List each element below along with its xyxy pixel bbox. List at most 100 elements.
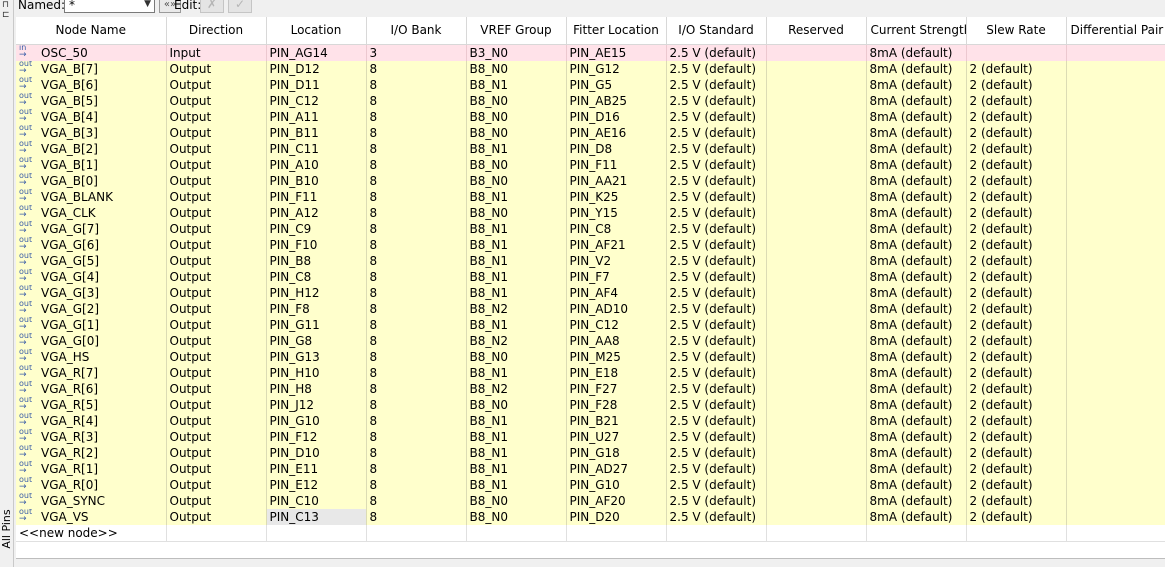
table-row[interactable]: out → VGA_B[7] Output PIN_D12 8 B8_N0 PIN_G12 2.…	[16, 60, 1165, 77]
slew-rate-cell[interactable]: 2 (default)	[966, 220, 1067, 237]
vref-group-cell[interactable]: B8_N2	[466, 380, 567, 397]
io-bank-cell[interactable]: 8	[366, 76, 467, 93]
table-row[interactable]: out → VGA_G[6] Output PIN_F10 8 B8_N1 PIN_AF21 2…	[16, 236, 1165, 253]
io-bank-cell[interactable]: 8	[366, 124, 467, 141]
fitter-location-cell[interactable]: PIN_G10	[566, 476, 667, 493]
direction-cell[interactable]: Output	[166, 140, 267, 157]
current-strength-cell[interactable]: 8mA (default)	[866, 236, 967, 253]
table-row[interactable]: out → VGA_G[4] Output PIN_C8 8 B8_N1 PIN_F7 2.5 …	[16, 268, 1165, 285]
fitter-location-cell[interactable]: PIN_K25	[566, 188, 667, 205]
reserved-cell[interactable]	[766, 92, 867, 109]
location-cell[interactable]: PIN_F12	[266, 428, 367, 445]
fitter-location-cell[interactable]: PIN_M25	[566, 348, 667, 365]
io-standard-cell[interactable]: 2.5 V (default)	[666, 44, 767, 61]
slew-rate-cell[interactable]: 2 (default)	[966, 284, 1067, 301]
table-row[interactable]: out → VGA_B[4] Output PIN_A11 8 B8_N0 PIN_D16 2.…	[16, 108, 1165, 125]
fitter-location-cell[interactable]: PIN_G5	[566, 76, 667, 93]
direction-cell[interactable]: Output	[166, 300, 267, 317]
current-strength-cell[interactable]: 8mA (default)	[866, 492, 967, 509]
fitter-location-cell[interactable]: PIN_AB25	[566, 92, 667, 109]
node-name-cell[interactable]: out → VGA_R[5]	[16, 396, 167, 413]
reserved-cell[interactable]	[766, 188, 867, 205]
table-row[interactable]: out → VGA_BLANK Output PIN_F11 8 B8_N1 PIN_K25 2…	[16, 188, 1165, 205]
table-row[interactable]: out → VGA_R[2] Output PIN_D10 8 B8_N1 PIN_G18 2.…	[16, 444, 1165, 461]
direction-cell[interactable]: Output	[166, 76, 267, 93]
location-cell[interactable]: PIN_C8	[266, 268, 367, 285]
differential-pair-cell[interactable]	[1066, 508, 1165, 525]
reserved-cell[interactable]	[766, 508, 867, 525]
fitter-location-cell[interactable]: PIN_D16	[566, 108, 667, 125]
differential-pair-cell[interactable]	[1066, 476, 1165, 493]
direction-cell[interactable]: Output	[166, 396, 267, 413]
vref-group-cell[interactable]: B8_N0	[466, 60, 567, 77]
io-bank-cell[interactable]: 8	[366, 236, 467, 253]
slew-rate-cell[interactable]: 2 (default)	[966, 412, 1067, 429]
current-strength-cell[interactable]: 8mA (default)	[866, 332, 967, 349]
differential-pair-cell[interactable]	[1066, 460, 1165, 477]
reserved-cell[interactable]	[766, 108, 867, 125]
table-row[interactable]: out → VGA_G[7] Output PIN_C9 8 B8_N1 PIN_C8 2.5 …	[16, 220, 1165, 237]
node-name-cell[interactable]: out → VGA_G[7]	[16, 220, 167, 237]
current-strength-cell[interactable]: 8mA (default)	[866, 124, 967, 141]
reserved-cell[interactable]	[766, 76, 867, 93]
column-header[interactable]: Fitter Location	[566, 17, 667, 45]
current-strength-cell[interactable]: 8mA (default)	[866, 108, 967, 125]
io-standard-cell[interactable]: 2.5 V (default)	[666, 332, 767, 349]
slew-rate-cell[interactable]: 2 (default)	[966, 364, 1067, 381]
differential-pair-cell[interactable]	[1066, 492, 1165, 509]
reserved-cell[interactable]	[766, 364, 867, 381]
node-name-cell[interactable]: out → VGA_G[4]	[16, 268, 167, 285]
vref-group-cell[interactable]: B8_N1	[466, 236, 567, 253]
current-strength-cell[interactable]: 8mA (default)	[866, 44, 967, 61]
slew-rate-cell[interactable]: 2 (default)	[966, 140, 1067, 157]
current-strength-cell[interactable]: 8mA (default)	[866, 460, 967, 477]
io-standard-cell[interactable]: 2.5 V (default)	[666, 508, 767, 525]
differential-pair-cell[interactable]	[1066, 44, 1165, 61]
table-row[interactable]: out → VGA_R[7] Output PIN_H10 8 B8_N1 PIN_E18 2.…	[16, 364, 1165, 381]
slew-rate-cell[interactable]: 2 (default)	[966, 508, 1067, 525]
table-row[interactable]: out → VGA_B[1] Output PIN_A10 8 B8_N0 PIN_F11 2.…	[16, 156, 1165, 173]
current-strength-cell[interactable]: 8mA (default)	[866, 172, 967, 189]
io-bank-cell[interactable]: 8	[366, 60, 467, 77]
location-cell[interactable]: PIN_C9	[266, 220, 367, 237]
reserved-cell[interactable]	[766, 444, 867, 461]
current-strength-cell[interactable]: 8mA (default)	[866, 380, 967, 397]
direction-cell[interactable]: Output	[166, 492, 267, 509]
differential-pair-cell[interactable]	[1066, 236, 1165, 253]
location-cell[interactable]: PIN_B10	[266, 172, 367, 189]
direction-cell[interactable]: Input	[166, 44, 267, 61]
io-standard-cell[interactable]: 2.5 V (default)	[666, 380, 767, 397]
direction-cell[interactable]: Output	[166, 332, 267, 349]
fitter-location-cell[interactable]: PIN_AF4	[566, 284, 667, 301]
slew-rate-cell[interactable]: 2 (default)	[966, 156, 1067, 173]
current-strength-cell[interactable]: 8mA (default)	[866, 444, 967, 461]
location-cell[interactable]: PIN_A10	[266, 156, 367, 173]
dock-float-icon[interactable]: ⊏	[2, 10, 10, 20]
new-node-row[interactable]: <<new node>>	[16, 524, 1165, 542]
slew-rate-cell[interactable]: 2 (default)	[966, 348, 1067, 365]
node-name-cell[interactable]: out → VGA_B[0]	[16, 172, 167, 189]
io-standard-cell[interactable]: 2.5 V (default)	[666, 252, 767, 269]
table-row[interactable]: out → VGA_R[0] Output PIN_E12 8 B8_N1 PIN_G10 2.…	[16, 476, 1165, 493]
io-standard-cell[interactable]: 2.5 V (default)	[666, 108, 767, 125]
fitter-location-cell[interactable]: PIN_G12	[566, 60, 667, 77]
io-standard-cell[interactable]: 2.5 V (default)	[666, 492, 767, 509]
location-cell[interactable]: PIN_F8	[266, 300, 367, 317]
node-name-cell[interactable]: out → VGA_G[5]	[16, 252, 167, 269]
fitter-location-cell[interactable]: PIN_C8	[566, 220, 667, 237]
column-header[interactable]: Node Name	[16, 17, 167, 45]
slew-rate-cell[interactable]: 2 (default)	[966, 444, 1067, 461]
io-bank-cell[interactable]: 8	[366, 284, 467, 301]
new-node-cell[interactable]: <<new node>>	[16, 524, 167, 542]
table-row[interactable]: out → VGA_SYNC Output PIN_C10 8 B8_N0 PIN_AF20 2…	[16, 492, 1165, 509]
location-cell[interactable]: PIN_D11	[266, 76, 367, 93]
node-name-cell[interactable]: out → VGA_CLK	[16, 204, 167, 221]
node-name-cell[interactable]: out → VGA_R[7]	[16, 364, 167, 381]
current-strength-cell[interactable]: 8mA (default)	[866, 188, 967, 205]
table-row[interactable]: out → VGA_B[3] Output PIN_B11 8 B8_N0 PIN_AE16 2…	[16, 124, 1165, 141]
direction-cell[interactable]: Output	[166, 252, 267, 269]
column-header[interactable]: Direction	[166, 17, 267, 45]
slew-rate-cell[interactable]: 2 (default)	[966, 92, 1067, 109]
direction-cell[interactable]: Output	[166, 460, 267, 477]
empty-cell[interactable]	[766, 524, 867, 542]
